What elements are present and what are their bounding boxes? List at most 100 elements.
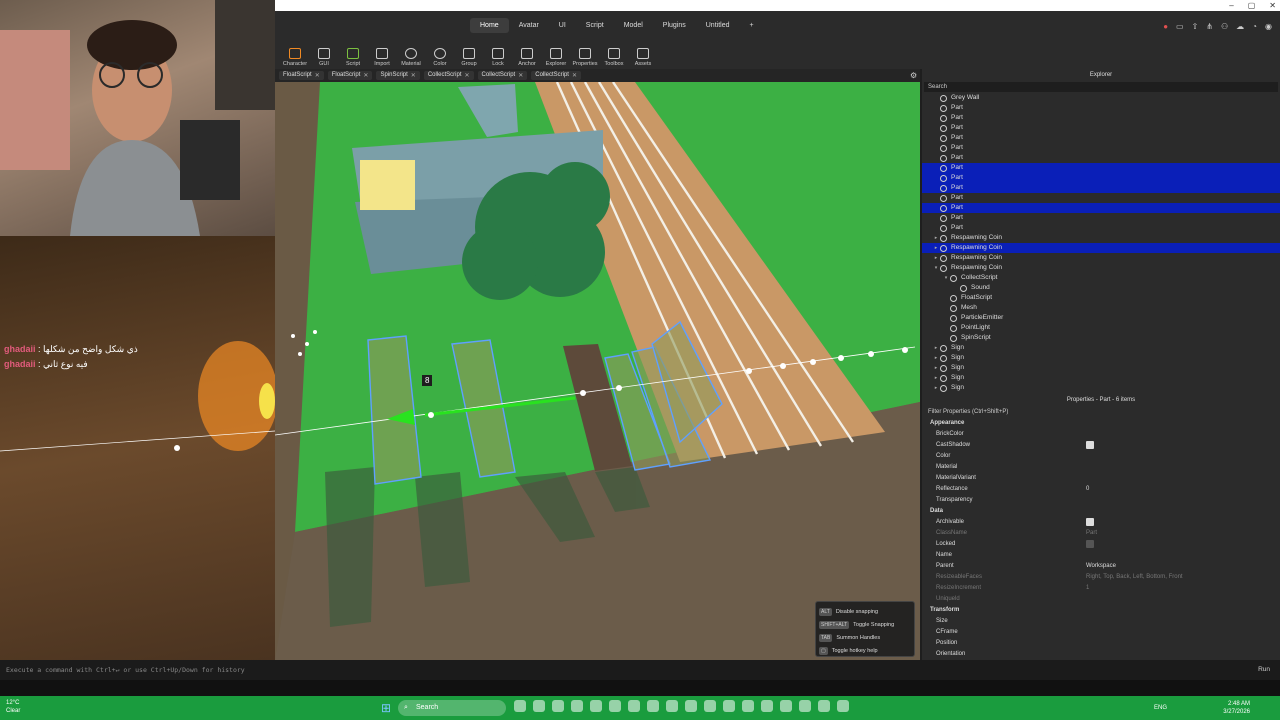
- 3d-viewport[interactable]: 8: [275, 82, 920, 660]
- explorer-row[interactable]: Part: [922, 133, 1280, 143]
- tab-script[interactable]: Script: [576, 18, 614, 33]
- property-value[interactable]: [1086, 473, 1280, 484]
- expand-arrow-icon[interactable]: ▸: [932, 353, 940, 363]
- explorer-search-input[interactable]: Search: [924, 82, 1278, 92]
- app-icon[interactable]: [647, 700, 659, 712]
- property-value[interactable]: [1086, 594, 1280, 605]
- bell-icon[interactable]: ◔: [1252, 22, 1257, 31]
- brave-icon[interactable]: [742, 700, 754, 712]
- property-row[interactable]: ClassName Part: [922, 528, 1280, 539]
- taskbar-search[interactable]: ⌕ Search: [398, 700, 506, 716]
- script-tab[interactable]: CollectScript ✕: [531, 71, 581, 80]
- property-row[interactable]: Reflectance 0: [922, 484, 1280, 495]
- group-button[interactable]: Group: [457, 48, 481, 69]
- properties-filter-input[interactable]: Filter Properties (Ctrl+Shift+P): [924, 407, 1278, 417]
- property-row[interactable]: CFrame: [922, 627, 1280, 638]
- property-section[interactable]: Data: [922, 506, 1280, 517]
- explorer-row[interactable]: Part: [922, 183, 1280, 193]
- close-icon[interactable]: ✕: [315, 72, 320, 79]
- color-button[interactable]: Color: [428, 48, 452, 69]
- property-section[interactable]: Appearance: [922, 418, 1280, 429]
- lock-button[interactable]: Lock: [486, 48, 510, 69]
- expand-arrow-icon[interactable]: ▸: [932, 383, 940, 393]
- script-tab[interactable]: CollectScript ✕: [477, 71, 528, 80]
- run-button[interactable]: Run: [1258, 660, 1270, 680]
- property-row[interactable]: Transparency: [922, 495, 1280, 506]
- property-value[interactable]: [1086, 517, 1280, 528]
- explorer-row[interactable]: Part: [922, 203, 1280, 213]
- expand-arrow-icon[interactable]: ▸: [932, 363, 940, 373]
- script-tab[interactable]: CollectScript ✕: [423, 71, 474, 80]
- property-value[interactable]: [1086, 462, 1280, 473]
- explorer-row[interactable]: Part: [922, 223, 1280, 233]
- language-indicator[interactable]: ENG: [1154, 705, 1167, 711]
- property-value[interactable]: [1086, 638, 1280, 649]
- explorer-row[interactable]: Part: [922, 213, 1280, 223]
- file-explorer-icon[interactable]: [571, 700, 583, 712]
- property-value[interactable]: 0: [1086, 484, 1280, 495]
- tab-plugins[interactable]: Plugins: [653, 18, 696, 33]
- app-icon[interactable]: [723, 700, 735, 712]
- script-tab[interactable]: FloatScript ✕: [279, 71, 324, 80]
- edge-icon[interactable]: [514, 700, 526, 712]
- roblox-studio-icon[interactable]: [818, 700, 830, 712]
- property-row[interactable]: BrickColor: [922, 429, 1280, 440]
- property-row[interactable]: Size: [922, 616, 1280, 627]
- team-icon[interactable]: ⚇: [1221, 22, 1228, 31]
- property-section[interactable]: Transform: [922, 605, 1280, 616]
- weather-widget[interactable]: 12°C Clear: [6, 699, 20, 715]
- app-icon[interactable]: [533, 700, 545, 712]
- record-icon[interactable]: ●: [1163, 22, 1168, 31]
- property-value[interactable]: [1086, 616, 1280, 627]
- command-input[interactable]: Execute a command with Ctrl+↵ or use Ctr…: [6, 666, 245, 674]
- telegram-icon[interactable]: [685, 700, 697, 712]
- explorer-row[interactable]: FloatScript: [922, 293, 1280, 303]
- property-value[interactable]: Right, Top, Back, Left, Bottom, Front: [1086, 572, 1280, 583]
- expand-arrow-icon[interactable]: ▸: [932, 373, 940, 383]
- start-icon[interactable]: ⊞: [381, 701, 391, 715]
- properties-button[interactable]: Properties: [572, 48, 598, 69]
- expand-arrow-icon[interactable]: ▸: [932, 243, 940, 253]
- tab-avatar[interactable]: Avatar: [509, 18, 549, 33]
- hotkey-toggle[interactable]: ▢ Toggle hotkey help: [819, 644, 911, 657]
- expand-arrow-icon[interactable]: ▾: [942, 273, 950, 283]
- property-value[interactable]: Workspace: [1086, 561, 1280, 572]
- expand-arrow-icon[interactable]: ▸: [932, 253, 940, 263]
- property-checkbox[interactable]: [1086, 540, 1094, 548]
- explorer-row[interactable]: ParticleEmitter: [922, 313, 1280, 323]
- app-icon[interactable]: [704, 700, 716, 712]
- close-icon[interactable]: ✕: [518, 72, 523, 79]
- property-value[interactable]: [1086, 495, 1280, 506]
- tab-ui[interactable]: UI: [549, 18, 576, 33]
- gui-button[interactable]: GUI: [312, 48, 336, 69]
- explorer-row[interactable]: Part: [922, 153, 1280, 163]
- import-button[interactable]: Import: [370, 48, 394, 69]
- explorer-row[interactable]: Grey Wall: [922, 93, 1280, 103]
- expand-arrow-icon[interactable]: ▸: [932, 343, 940, 353]
- share-icon[interactable]: ⋔: [1206, 22, 1213, 31]
- explorer-row[interactable]: ▸ Sign: [922, 343, 1280, 353]
- app-icon[interactable]: [628, 700, 640, 712]
- add-tab-button[interactable]: +: [739, 18, 763, 33]
- property-row[interactable]: ResizeIncrement 1: [922, 583, 1280, 594]
- explorer-row[interactable]: Mesh: [922, 303, 1280, 313]
- explorer-row[interactable]: PointLight: [922, 323, 1280, 333]
- property-row[interactable]: ResizeableFaces Right, Top, Back, Left, B…: [922, 572, 1280, 583]
- property-row[interactable]: Locked: [922, 539, 1280, 550]
- explorer-row[interactable]: ▸ Sign: [922, 383, 1280, 393]
- explorer-row[interactable]: ▸ Sign: [922, 373, 1280, 383]
- property-row[interactable]: Uniqueld: [922, 594, 1280, 605]
- explorer-row[interactable]: Part: [922, 143, 1280, 153]
- material-button[interactable]: Material: [399, 48, 423, 69]
- explorer-row[interactable]: ▾ Respawning Coin: [922, 263, 1280, 273]
- app-icon[interactable]: [780, 700, 792, 712]
- publish-icon[interactable]: ⇧: [1192, 22, 1199, 31]
- explorer-row[interactable]: ▸ Sign: [922, 353, 1280, 363]
- cloud-icon[interactable]: ☁: [1236, 22, 1244, 31]
- property-value[interactable]: Part: [1086, 528, 1280, 539]
- discord-icon[interactable]: [590, 700, 602, 712]
- close-icon[interactable]: ✕: [363, 72, 368, 79]
- property-checkbox[interactable]: [1086, 441, 1094, 449]
- explorer-row[interactable]: Part: [922, 163, 1280, 173]
- anchor-button[interactable]: Anchor: [515, 48, 539, 69]
